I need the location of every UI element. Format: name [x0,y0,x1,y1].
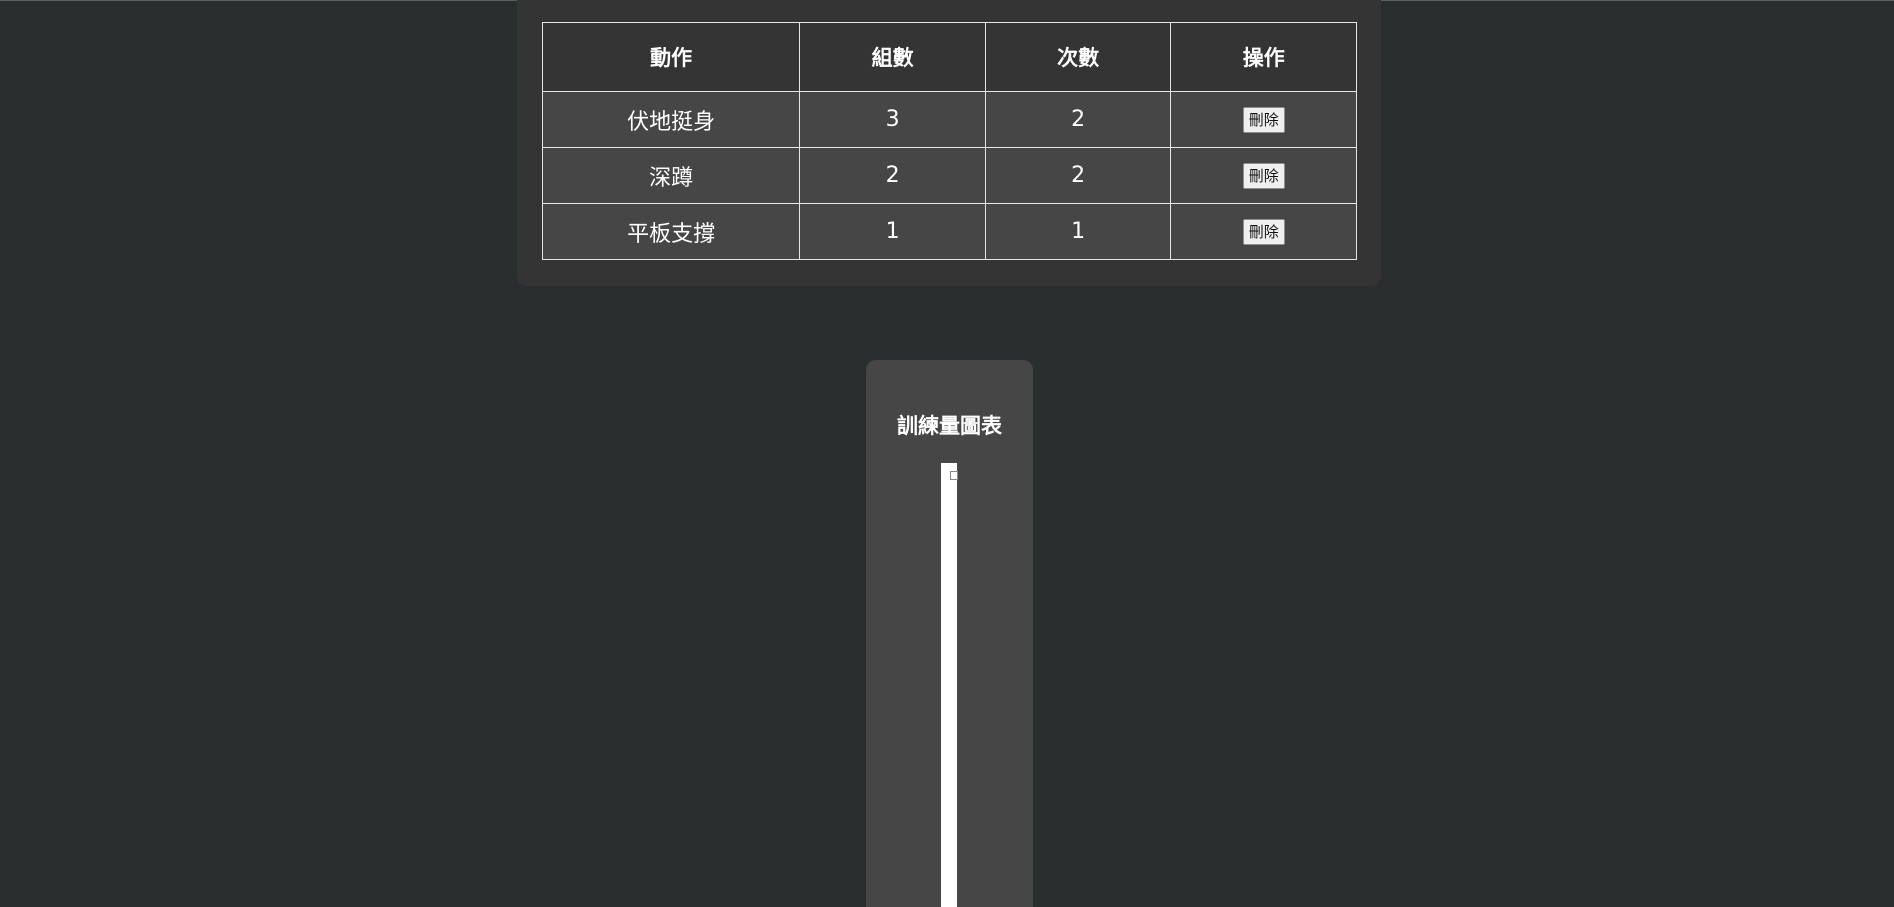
table-header-row: 動作 組數 次數 操作 [541,22,1357,92]
cell-operation: 刪除 [1170,203,1357,260]
cell-sets: 2 [799,147,986,204]
cell-action: 平板支撐 [541,203,801,260]
cell-sets: 1 [799,203,986,260]
column-header-action: 動作 [541,22,801,92]
cell-operation: 刪除 [1170,147,1357,204]
cell-reps: 1 [984,203,1172,260]
chart-canvas [941,463,958,907]
workout-table: 動作 組數 次數 操作 伏地挺身 3 2 刪除 深蹲 2 2 刪除 平板支撐 1… [541,22,1357,260]
table-row: 平板支撐 1 1 刪除 [541,203,1357,260]
cell-reps: 2 [984,91,1172,148]
cell-operation: 刪除 [1170,91,1357,148]
delete-button[interactable]: 刪除 [1242,107,1285,133]
delete-button[interactable]: 刪除 [1242,219,1285,245]
column-header-reps: 次數 [984,22,1172,92]
column-header-operation: 操作 [1170,22,1357,92]
table-row: 深蹲 2 2 刪除 [541,147,1357,204]
delete-button[interactable]: 刪除 [1242,163,1285,189]
workout-table-card: 動作 組數 次數 操作 伏地挺身 3 2 刪除 深蹲 2 2 刪除 平板支撐 1… [517,0,1381,286]
cell-sets: 3 [799,91,986,148]
broken-image-icon [950,471,958,480]
cell-action: 伏地挺身 [541,91,801,148]
cell-action: 深蹲 [541,147,801,204]
table-row: 伏地挺身 3 2 刪除 [541,91,1357,148]
column-header-sets: 組數 [799,22,986,92]
training-volume-chart-card: 訓練量圖表 [866,360,1033,907]
chart-title: 訓練量圖表 [897,414,1002,438]
cell-reps: 2 [984,147,1172,204]
page: 動作 組數 次數 操作 伏地挺身 3 2 刪除 深蹲 2 2 刪除 平板支撐 1… [0,0,1894,907]
